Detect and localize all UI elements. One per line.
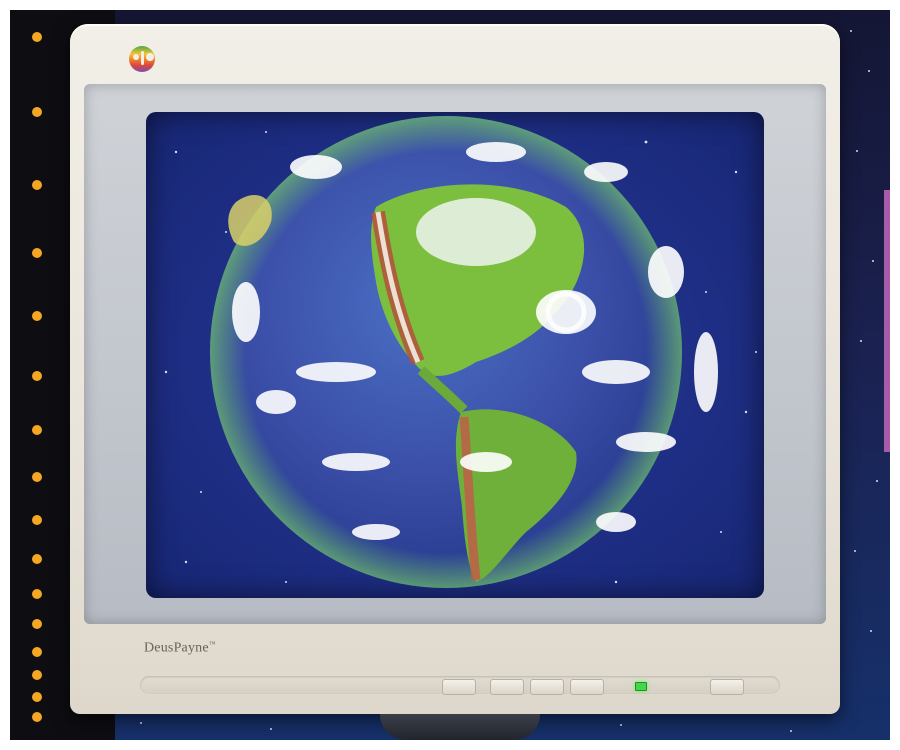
sidebar-dot xyxy=(32,472,42,482)
sidebar-dot xyxy=(32,712,42,722)
monitor-stand xyxy=(380,714,540,740)
sidebar-dot xyxy=(32,515,42,525)
sidebar-dot xyxy=(32,589,42,599)
sidebar-dot xyxy=(32,619,42,629)
rainbow-logo-icon xyxy=(129,46,155,72)
sidebar-dot xyxy=(32,371,42,381)
screen-bezel xyxy=(84,84,826,624)
monitor-button[interactable] xyxy=(570,679,604,695)
earth-globe-icon xyxy=(164,116,757,588)
monitor-button[interactable] xyxy=(530,679,564,695)
crt-screen xyxy=(146,112,764,598)
crt-monitor: DeusPayne™ xyxy=(70,24,840,714)
accent-bar xyxy=(884,190,890,452)
sidebar-dot xyxy=(32,554,42,564)
sidebar-dot xyxy=(32,311,42,321)
sidebar-dot xyxy=(32,647,42,657)
sidebar-dot xyxy=(32,692,42,702)
sidebar-dot xyxy=(32,107,42,117)
sidebar-dot xyxy=(32,32,42,42)
monitor-button[interactable] xyxy=(442,679,476,695)
power-led xyxy=(635,682,647,691)
sidebar-dot xyxy=(32,248,42,258)
power-button[interactable] xyxy=(710,679,744,695)
sidebar-dot xyxy=(32,425,42,435)
brand-label: DeusPayne™ xyxy=(144,640,216,656)
monitor-button[interactable] xyxy=(490,679,524,695)
sidebar-dot xyxy=(32,180,42,190)
sidebar-dot xyxy=(32,670,42,680)
illustration-scene: DeusPayne™ xyxy=(10,10,890,740)
